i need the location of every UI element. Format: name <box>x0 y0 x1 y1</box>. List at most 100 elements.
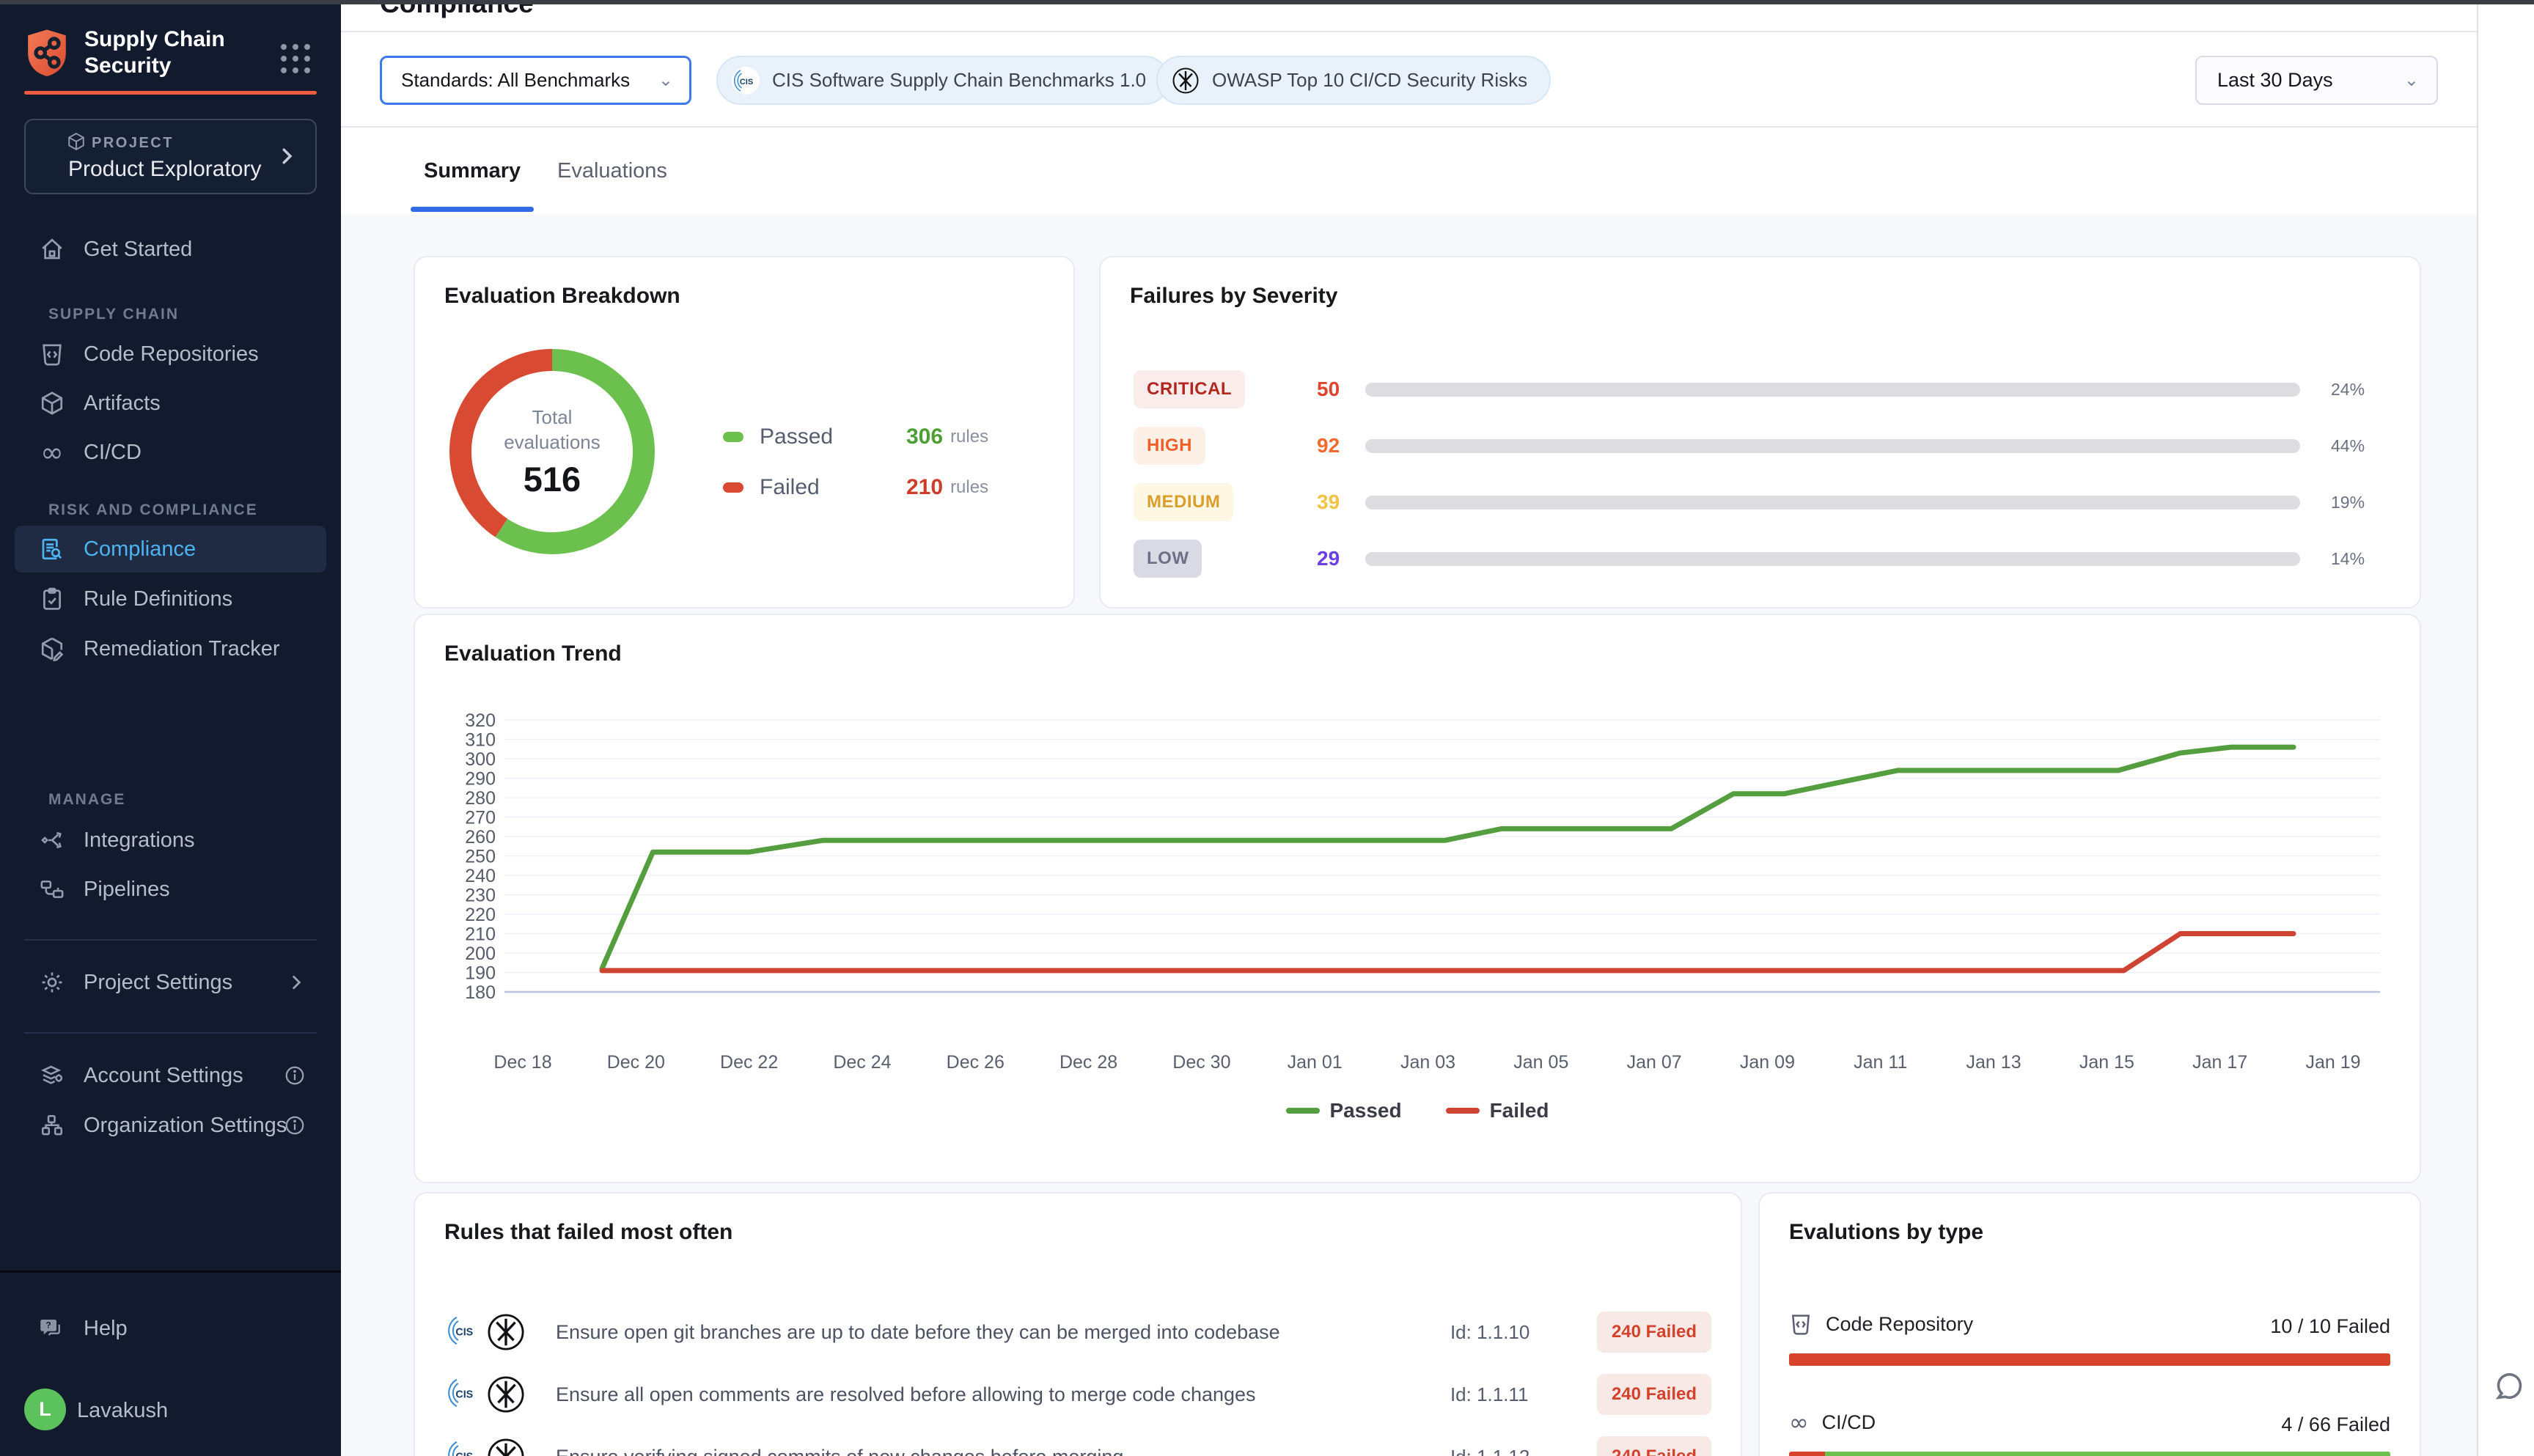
svg-text:Jan 11: Jan 11 <box>1854 1052 1907 1073</box>
severity-percent: 14% <box>2331 549 2365 569</box>
layers-gear-icon <box>38 1063 66 1088</box>
severity-row-medium: MEDIUM 39 19% <box>1134 479 2387 526</box>
rule-row[interactable]: CIS Ensure open git branches are up to d… <box>444 1303 1711 1361</box>
trend-legend-failed: Failed <box>1446 1099 1549 1122</box>
sidebar-item-label: Artifacts <box>84 391 161 416</box>
rule-row[interactable]: CIS Ensure all open comments are resolve… <box>444 1365 1711 1424</box>
severity-count: 50 <box>1317 378 1340 401</box>
sidebar-item-account-settings[interactable]: Account Settings <box>15 1052 326 1099</box>
sidebar-item-label: Pipelines <box>84 878 170 902</box>
legend-passed-row: Passed 306 rules <box>723 424 988 449</box>
date-range-dropdown[interactable]: Last 30 Days ⌄ <box>2195 56 2438 105</box>
svg-text:210: 210 <box>465 924 496 945</box>
svg-text:290: 290 <box>465 769 496 790</box>
rule-text: Ensure open git branches are up to date … <box>540 1321 1450 1344</box>
svg-text:Dec 20: Dec 20 <box>607 1052 665 1073</box>
svg-text:CIS: CIS <box>455 1389 473 1401</box>
total-evaluations-value: 516 <box>524 459 581 499</box>
type-row-cicd: ∞ CI/CD <box>1789 1411 1876 1434</box>
sidebar-item-code-repositories[interactable]: Code Repositories <box>15 331 326 378</box>
filter-chip-owasp[interactable]: OWASP Top 10 CI/CD Security Risks <box>1156 56 1551 105</box>
svg-text:Dec 18: Dec 18 <box>493 1052 551 1073</box>
evaluation-donut-chart: Total evaluations 516 <box>446 345 658 558</box>
legend-label: Passed <box>760 424 906 449</box>
donut-center-line2: evaluations <box>504 430 601 455</box>
user-avatar[interactable]: L <box>24 1389 66 1430</box>
sidebar-item-organization-settings[interactable]: Organization Settings <box>15 1102 326 1149</box>
evaluation-breakdown-card: Evaluation Breakdown Total evaluations 5… <box>414 256 1075 608</box>
svg-text:270: 270 <box>465 808 496 828</box>
svg-text:Dec 30: Dec 30 <box>1172 1052 1230 1073</box>
sidebar-item-help[interactable]: ? Help <box>15 1305 326 1352</box>
sidebar-item-remediation-tracker[interactable]: Remediation Tracker <box>15 625 326 672</box>
user-name[interactable]: Lavakush <box>77 1399 168 1423</box>
sidebar-item-label: Organization Settings <box>84 1114 287 1138</box>
app-grid-icon[interactable] <box>281 44 310 73</box>
svg-text:Dec 26: Dec 26 <box>947 1052 1005 1073</box>
svg-text:Jan 13: Jan 13 <box>1966 1052 2021 1073</box>
type-failed-value: 4 / 66 Failed <box>2281 1413 2390 1436</box>
chevron-right-icon <box>276 145 298 167</box>
sidebar-item-artifacts[interactable]: Artifacts <box>15 380 326 427</box>
card-title: Failures by Severity <box>1130 284 1337 309</box>
type-label: CI/CD <box>1822 1411 1876 1434</box>
chevron-right-icon <box>287 973 306 992</box>
sidebar: Supply Chain Security PROJECT Product Ex… <box>0 0 341 1456</box>
svg-text:300: 300 <box>465 749 496 770</box>
sidebar-item-cicd[interactable]: ∞ CI/CD <box>15 429 326 476</box>
brand: Supply Chain Security <box>24 26 225 79</box>
severity-count: 29 <box>1317 547 1340 570</box>
sidebar-item-label: Get Started <box>84 238 192 262</box>
svg-text:180: 180 <box>465 982 496 1003</box>
sidebar-item-label: Integrations <box>84 828 195 853</box>
sidebar-item-compliance[interactable]: Compliance <box>15 526 326 573</box>
sidebar-divider <box>24 1032 317 1034</box>
pipelines-icon <box>38 877 66 902</box>
sidebar-item-pipelines[interactable]: Pipelines <box>15 866 326 913</box>
sidebar-item-integrations[interactable]: Integrations <box>15 817 326 864</box>
info-icon[interactable] <box>284 1065 306 1087</box>
evaluation-trend-card: Evaluation Trend 18019020021022023024025… <box>414 614 2421 1183</box>
sidebar-accent-line <box>24 91 317 95</box>
chevron-down-icon: ⌄ <box>2404 70 2419 91</box>
svg-text:220: 220 <box>465 905 496 925</box>
sidebar-item-label: Compliance <box>84 537 196 562</box>
window-top-edge <box>0 0 2534 4</box>
svg-text:190: 190 <box>465 963 496 984</box>
severity-badge: LOW <box>1134 540 1202 578</box>
rule-icons: CIS <box>444 1433 540 1456</box>
standards-dropdown-value: Standards: All Benchmarks <box>401 69 630 92</box>
cis-logo-icon: CIS <box>444 1312 482 1350</box>
tab-summary[interactable]: Summary <box>424 128 521 215</box>
severity-bar-track <box>1365 383 2300 397</box>
donut-center-line1: Total <box>532 405 573 430</box>
sidebar-item-get-started[interactable]: Get Started <box>15 226 326 273</box>
filter-chip-cis[interactable]: CIS CIS Software Supply Chain Benchmarks… <box>716 56 1169 105</box>
tab-label: Summary <box>424 159 521 183</box>
sidebar-item-rule-definitions[interactable]: Rule Definitions <box>15 576 326 622</box>
rule-id: Id: 1.1.12 <box>1450 1446 1597 1456</box>
chat-bubble-icon[interactable] <box>2491 1369 2527 1405</box>
failed-swatch <box>723 482 743 493</box>
cis-logo-icon: CIS <box>444 1374 482 1412</box>
severity-percent: 44% <box>2331 436 2365 456</box>
sidebar-item-project-settings[interactable]: Project Settings <box>15 959 326 1006</box>
remediation-box-icon <box>38 636 66 661</box>
project-selector[interactable]: PROJECT Product Exploratory <box>24 119 317 194</box>
rule-row[interactable]: CIS Ensure verifying signed commits of n… <box>444 1427 1711 1456</box>
owasp-logo-icon <box>485 1374 526 1415</box>
tab-evaluations[interactable]: Evaluations <box>557 128 667 215</box>
failed-count: 210 <box>906 475 943 500</box>
info-icon[interactable] <box>284 1114 306 1136</box>
svg-text:320: 320 <box>465 710 496 731</box>
svg-text:Jan 01: Jan 01 <box>1288 1052 1343 1073</box>
type-result-bar <box>1789 1452 2390 1456</box>
svg-text:240: 240 <box>465 866 496 886</box>
filter-chip-label: OWASP Top 10 CI/CD Security Risks <box>1212 69 1527 92</box>
content-right-divider <box>2477 4 2478 1456</box>
svg-text:Dec 22: Dec 22 <box>720 1052 778 1073</box>
cis-logo-icon: CIS <box>731 66 760 95</box>
clipboard-check-icon <box>38 587 66 611</box>
brand-line2: Security <box>84 53 225 79</box>
standards-dropdown[interactable]: Standards: All Benchmarks ⌄ <box>380 56 691 105</box>
